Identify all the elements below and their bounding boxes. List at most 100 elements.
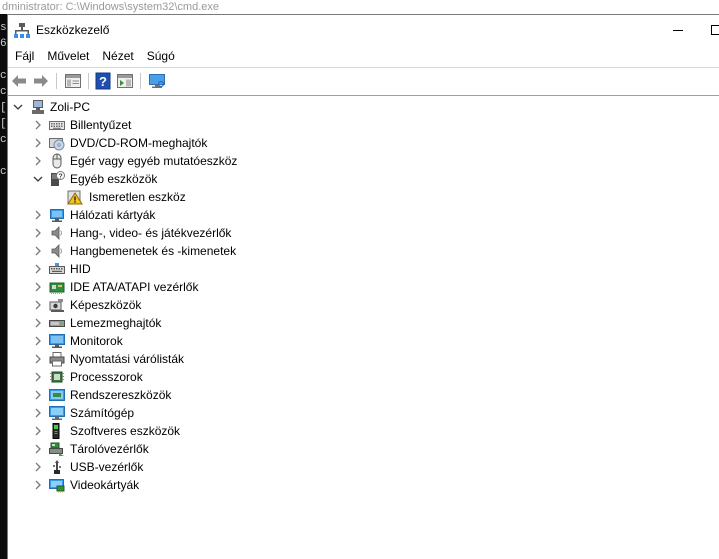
expand-chevron-icon[interactable] bbox=[32, 422, 44, 440]
tree-category-item[interactable]: DVD/CD-ROM-meghajtók bbox=[8, 134, 708, 152]
tree-item-label: Zoli-PC bbox=[50, 100, 91, 114]
expand-chevron-icon[interactable] bbox=[32, 116, 44, 134]
expand-chevron-icon[interactable] bbox=[32, 134, 44, 152]
tree-item-label: Hálózati kártyák bbox=[70, 208, 156, 222]
unknown-device-icon: ? bbox=[51, 171, 65, 186]
tree-item-label: Ismeretlen eszköz bbox=[89, 190, 186, 204]
expand-chevron-icon[interactable] bbox=[32, 260, 44, 278]
tree-category-item[interactable]: Hang-, video- és játékvezérlők bbox=[8, 224, 708, 242]
background-console-title: dministrator: C:\Windows\system32\cmd.ex… bbox=[0, 0, 719, 14]
expand-chevron-icon[interactable] bbox=[32, 440, 44, 458]
tree-device-item[interactable]: Ismeretlen eszköz bbox=[8, 188, 708, 206]
tree-item-label: Szoftveres eszközök bbox=[70, 424, 181, 438]
expand-chevron-icon[interactable] bbox=[32, 242, 44, 260]
tree-item-label: Videokártyák bbox=[70, 478, 140, 492]
tree-category-item[interactable]: Billentyűzet bbox=[8, 116, 708, 134]
expand-chevron-icon[interactable] bbox=[32, 332, 44, 350]
tree-category-item[interactable]: Nyomtatási várólisták bbox=[8, 350, 708, 368]
ide-controller-icon bbox=[49, 282, 65, 294]
expand-chevron-icon[interactable] bbox=[32, 458, 44, 476]
expand-chevron-icon[interactable] bbox=[32, 206, 44, 224]
tree-category-item[interactable]: Monitorok bbox=[8, 332, 708, 350]
toolbar-separator bbox=[88, 73, 89, 89]
storage-controller-icon bbox=[49, 442, 64, 456]
tree-category-item[interactable]: HID bbox=[8, 260, 708, 278]
svg-text:?: ? bbox=[99, 74, 107, 89]
tree-category-item[interactable]: Számítógép bbox=[8, 404, 708, 422]
tree-category-item[interactable]: Képeszközök bbox=[8, 296, 708, 314]
tree-category-item[interactable]: Egér vagy egyéb mutatóeszköz bbox=[8, 152, 708, 170]
printer-icon bbox=[49, 352, 65, 367]
help-icon[interactable]: ? bbox=[94, 72, 112, 90]
back-arrow-icon[interactable] bbox=[10, 72, 28, 90]
expand-chevron-icon[interactable] bbox=[32, 152, 44, 170]
toolbar-separator bbox=[56, 73, 57, 89]
tree-item-label: Hang-, video- és játékvezérlők bbox=[70, 226, 232, 240]
expand-chevron-icon[interactable] bbox=[32, 476, 44, 494]
expand-chevron-icon[interactable] bbox=[32, 350, 44, 368]
computer-icon bbox=[32, 100, 44, 114]
expand-chevron-icon[interactable] bbox=[32, 224, 44, 242]
tree-item-label: IDE ATA/ATAPI vezérlők bbox=[70, 280, 199, 294]
device-manager-icon bbox=[14, 23, 30, 38]
tree-category-item[interactable]: IDE ATA/ATAPI vezérlők bbox=[8, 278, 708, 296]
expand-chevron-icon[interactable] bbox=[32, 368, 44, 386]
tree-item-label: Egér vagy egyéb mutatóeszköz bbox=[70, 154, 238, 168]
tree-item-label: Számítógép bbox=[70, 406, 135, 420]
collapse-chevron-icon[interactable] bbox=[12, 98, 24, 116]
computer-monitor-icon bbox=[49, 406, 65, 420]
expand-chevron-icon[interactable] bbox=[32, 314, 44, 332]
menu-help[interactable]: Súgó bbox=[140, 46, 181, 66]
menu-bar: Fájl Művelet Nézet Súgó bbox=[8, 45, 719, 67]
menu-view[interactable]: Nézet bbox=[95, 46, 139, 66]
maximize-button[interactable] bbox=[708, 15, 719, 45]
window-title: Eszközkezelő bbox=[36, 23, 110, 37]
toolbar-separator bbox=[140, 73, 141, 89]
tree-category-item[interactable]: Hangbemenetek és -kimenetek bbox=[8, 242, 708, 260]
action-pane-icon[interactable] bbox=[116, 72, 134, 90]
properties-sheet-icon[interactable] bbox=[64, 72, 82, 90]
system-device-icon bbox=[49, 389, 65, 401]
expand-chevron-icon[interactable] bbox=[32, 404, 44, 422]
forward-arrow-icon[interactable] bbox=[32, 72, 50, 90]
expand-chevron-icon[interactable] bbox=[32, 278, 44, 296]
monitor-scan-icon[interactable] bbox=[148, 72, 166, 90]
collapse-chevron-icon[interactable] bbox=[32, 170, 44, 188]
tree-item-label: Egyéb eszközök bbox=[70, 172, 158, 186]
tree-category-item[interactable]: Hálózati kártyák bbox=[8, 206, 708, 224]
speaker-icon bbox=[51, 244, 62, 258]
tree-item-label: DVD/CD-ROM-meghajtók bbox=[70, 136, 208, 150]
tree-item-label: Processzorok bbox=[70, 370, 143, 384]
warning-device-icon bbox=[67, 190, 83, 205]
tree-item-label: Monitorok bbox=[70, 334, 123, 348]
tree-category-item[interactable]: Szoftveres eszközök bbox=[8, 422, 708, 440]
hid-icon bbox=[49, 263, 65, 274]
software-device-icon bbox=[52, 423, 60, 439]
toolbar-divider bbox=[8, 67, 719, 68]
tree-category-item[interactable]: Processzorok bbox=[8, 368, 708, 386]
tree-category-item[interactable]: Lemezmeghajtók bbox=[8, 314, 708, 332]
camera-icon bbox=[49, 299, 64, 312]
tree-category-item[interactable]: Tárolóvezérlők bbox=[8, 440, 708, 458]
tree-item-label: HID bbox=[70, 262, 91, 276]
minimize-button[interactable] bbox=[663, 15, 693, 45]
monitor-icon bbox=[49, 334, 65, 348]
tree-category-item[interactable]: USB-vezérlők bbox=[8, 458, 708, 476]
tree-item-label: USB-vezérlők bbox=[70, 460, 144, 474]
tree-category-item[interactable]: Videokártyák bbox=[8, 476, 708, 494]
dvd-drive-icon bbox=[49, 138, 65, 151]
menu-file[interactable]: Fájl bbox=[8, 46, 40, 66]
tree-item-label: Képeszközök bbox=[70, 298, 142, 312]
expand-chevron-icon[interactable] bbox=[32, 296, 44, 314]
menu-action[interactable]: Művelet bbox=[40, 46, 95, 66]
content-divider bbox=[8, 95, 719, 96]
processor-icon bbox=[50, 371, 64, 383]
disk-drive-icon bbox=[49, 320, 65, 327]
tree-category-item[interactable]: ? Egyéb eszközök bbox=[8, 170, 708, 188]
title-bar[interactable]: Eszközkezelő bbox=[8, 15, 719, 45]
tree-root-computer[interactable]: Zoli-PC bbox=[8, 98, 708, 116]
device-manager-window: Eszközkezelő Fájl Művelet Nézet Súgó ? Z… bbox=[7, 14, 719, 559]
expand-chevron-icon[interactable] bbox=[32, 386, 44, 404]
tree-category-item[interactable]: Rendszereszközök bbox=[8, 386, 708, 404]
tree-item-label: Hangbemenetek és -kimenetek bbox=[70, 244, 237, 258]
